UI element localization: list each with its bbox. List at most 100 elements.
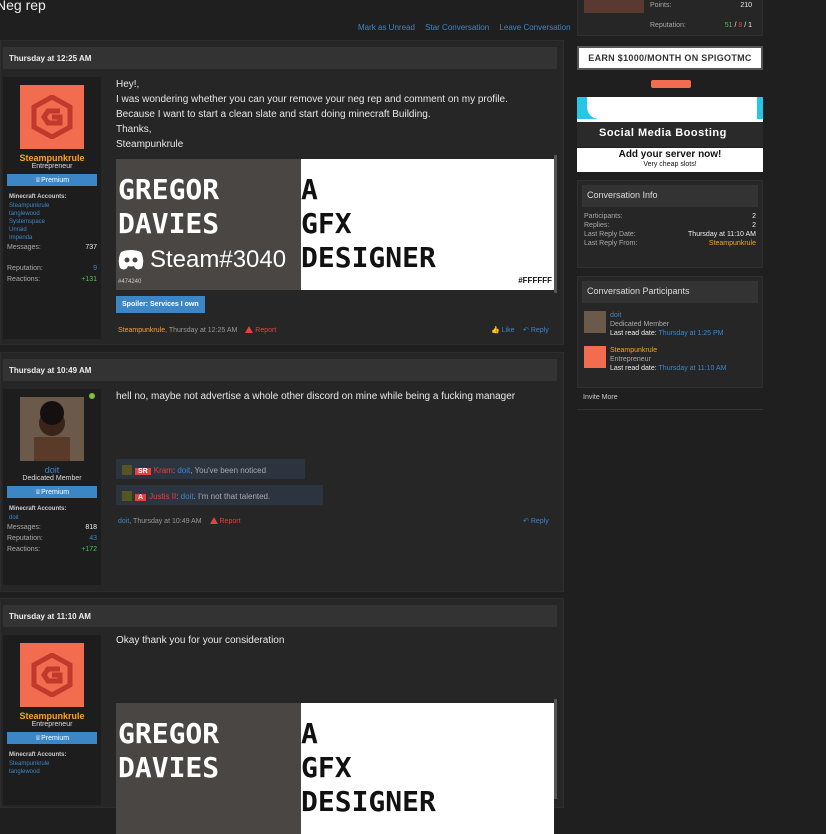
activity-target[interactable]: doit (177, 466, 190, 475)
reactions-stat: Reactions: +172 (7, 546, 97, 553)
mc-accounts-label: Minecraft Accounts: (9, 506, 67, 512)
report-button[interactable]: Report (209, 517, 241, 525)
online-indicator (89, 393, 95, 399)
reply-button[interactable]: ↶ Reply (523, 517, 549, 525)
info-row: Last Reply Date: Thursday at 11:10 AM (584, 231, 756, 238)
mc-account[interactable]: Steampunkrule (3, 202, 101, 210)
username[interactable]: Steampunkrule (3, 153, 101, 163)
ad-banner[interactable] (577, 76, 763, 96)
scrollbar[interactable] (554, 155, 557, 293)
banner-text: DESIGNER (301, 241, 436, 274)
warning-icon (245, 326, 254, 333)
body-line: Okay thank you for your consideration (116, 635, 285, 646)
avatar[interactable] (584, 346, 606, 368)
mc-account[interactable]: Impenda (3, 234, 101, 242)
avatar[interactable] (20, 85, 84, 149)
footer-username[interactable]: Steampunkrule (118, 327, 165, 334)
invite-more-link[interactable]: Invite More (583, 394, 618, 401)
banner-text: GREGOR (118, 173, 220, 206)
post-body: Hey!, I was wondering whether you can yo… (116, 77, 508, 152)
activity-target[interactable]: doit (181, 492, 194, 501)
activity-text: , You've been noticed (190, 466, 267, 475)
mc-account[interactable]: tanglewood (3, 210, 101, 218)
post-body: hell no, maybe not advertise a whole oth… (116, 389, 515, 404)
banner-text: DESIGNER (301, 785, 436, 818)
ad-banner[interactable]: Social Media Boosting (577, 97, 763, 147)
post-date: Thursday at 12:25 AM (3, 47, 557, 69)
ad-banner[interactable]: Add your server now! Very cheap slots! (577, 148, 763, 172)
reputation-stat: Reputation: 51 / 8 / 1 (650, 22, 752, 29)
post-body: Okay thank you for your consideration (116, 633, 284, 648)
mc-account[interactable]: Systemspace (3, 218, 101, 226)
last-from-user[interactable]: Steampunkrule (709, 240, 756, 247)
ad-text: Social Media Boosting (577, 122, 763, 147)
activity-item: A Justis II: doit. I'm not that talented. (116, 485, 323, 505)
premium-badge: ♕Premium (7, 174, 97, 186)
body-line: Thanks, (116, 124, 152, 135)
mark-unread-link[interactable]: Mark as Unread (358, 23, 415, 32)
read-date[interactable]: Thursday at 11:10 AM (659, 365, 727, 372)
ad-banner[interactable]: EARN $1000/MONTH ON SPIGOTMC (577, 46, 763, 70)
leave-conversation-link[interactable]: Leave Conversation (499, 23, 570, 32)
participant-title: Dedicated Member (610, 321, 670, 328)
footer-time[interactable]: , Thursday at 12:25 AM (165, 327, 237, 334)
reactions-stat: Reactions: +131 (7, 276, 97, 283)
user-info: doit Dedicated Member ♕Premium Minecraft… (3, 389, 101, 585)
mc-account[interactable]: Steampunkrule (3, 760, 101, 768)
body-line: Steampunkrule (116, 139, 184, 150)
avatar[interactable] (20, 643, 84, 707)
avatar[interactable] (20, 397, 84, 461)
messages-stat: Messages: 737 (7, 244, 97, 251)
username[interactable]: doit (3, 465, 101, 475)
like-button[interactable]: 👍 Like (491, 326, 515, 334)
avatar[interactable] (584, 0, 644, 13)
post-date: Thursday at 10:49 AM (3, 359, 557, 381)
banner-hex: #474240 (118, 279, 142, 285)
discord-icon (118, 250, 144, 270)
username[interactable]: Steampunkrule (3, 711, 101, 721)
footer-time[interactable]: , Thursday at 10:49 AM (129, 518, 201, 525)
footer-username[interactable]: doit (118, 518, 129, 525)
user-title: Dedicated Member (22, 475, 82, 482)
message-post: Thursday at 12:25 AM Steampunkrule Entre… (0, 40, 564, 345)
conversation-participants: Conversation Participants doit Dedicated… (577, 276, 763, 388)
thread-actions: Mark as Unread Star Conversation Leave C… (358, 23, 579, 32)
participant-name[interactable]: doit (610, 311, 724, 320)
rank-tag: A (135, 494, 147, 501)
report-button[interactable]: Report (245, 326, 276, 334)
signature-banner: GREGOR DAVIES A GFX DESIGNER (116, 703, 554, 834)
conversation-info: Conversation Info Participants: 2 Replies… (577, 180, 763, 268)
banner-text: GREGOR (118, 717, 220, 750)
reply-button[interactable]: ↶ Reply (523, 326, 549, 334)
banner-text: DAVIES (118, 751, 220, 784)
premium-badge: ♕Premium (7, 486, 97, 498)
post-footer: doit, Thursday at 10:49 AM Report (118, 517, 241, 525)
activity-user[interactable]: Justis II (149, 492, 176, 501)
reputation-stat: Reputation: 9 (7, 265, 97, 272)
participant: Steampunkrule Entrepreneur Last read dat… (578, 342, 762, 377)
scrollbar[interactable] (554, 699, 557, 799)
participant: doit Dedicated Member Last read date: Th… (578, 307, 762, 342)
mc-accounts-label: Minecraft Accounts: (9, 194, 67, 200)
avatar[interactable] (584, 311, 606, 333)
mc-account[interactable]: tanglewood (3, 768, 101, 776)
ad-button[interactable] (651, 80, 691, 88)
logo-icon (31, 653, 73, 697)
star-conversation-link[interactable]: Star Conversation (425, 23, 489, 32)
participant-name[interactable]: Steampunkrule (610, 346, 727, 355)
member-stats-box: Points: 210 Reputation: 51 / 8 / 1 (577, 0, 763, 36)
discord-tag: Steam#3040 (118, 246, 286, 274)
body-line: Hey!, (116, 79, 140, 90)
spoiler-button[interactable]: Spoiler: Services I own (116, 296, 205, 313)
user-avatar-icon (122, 491, 132, 501)
read-date[interactable]: Thursday at 1:25 PM (659, 330, 724, 337)
banner-text: GFX (301, 751, 352, 784)
points-stat: Points: 210 (650, 2, 752, 9)
divider (577, 409, 763, 410)
messages-stat: Messages: 818 (7, 524, 97, 531)
activity-user[interactable]: Kram (154, 466, 173, 475)
mc-account[interactable]: doit (3, 514, 101, 522)
mc-account[interactable]: Unraid (3, 226, 101, 234)
user-info: Steampunkrule Entrepreneur ♕Premium Mine… (3, 635, 101, 805)
logo-icon (31, 95, 73, 139)
